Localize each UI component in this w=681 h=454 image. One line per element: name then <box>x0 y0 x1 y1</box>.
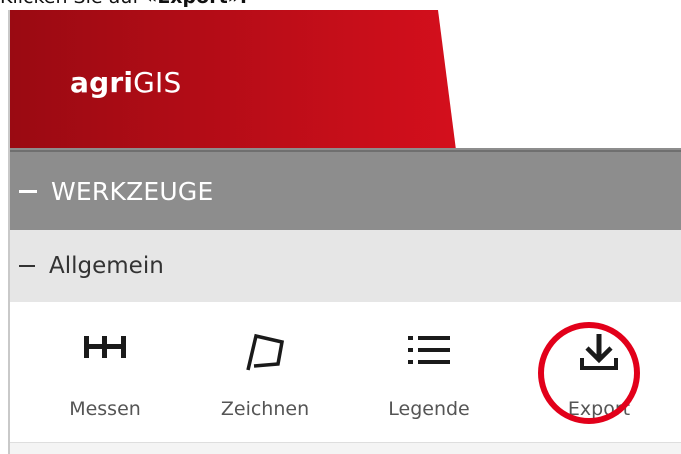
minus-icon <box>19 265 35 267</box>
tool-legend-button[interactable]: Legende <box>359 302 499 442</box>
draw-polygon-icon <box>246 333 285 371</box>
instruction-target: «Export». <box>145 0 247 8</box>
list-icon <box>408 336 450 364</box>
app-header: agriGIS <box>10 10 681 150</box>
tool-draw-label: Zeichnen <box>220 398 310 420</box>
agrigis-logo[interactable]: agriGIS <box>70 66 182 99</box>
logo-bold-part: agri <box>70 66 134 99</box>
allgemein-section-header[interactable]: Allgemein <box>10 230 681 302</box>
instruction-text: Klicken Sie auf «Export». <box>0 0 247 8</box>
tool-measure-button[interactable]: Messen <box>35 302 175 442</box>
tool-measure-label: Messen <box>69 398 141 420</box>
measure-icon <box>84 336 126 358</box>
tool-legend-label: Legende <box>388 398 470 420</box>
next-section-strip <box>10 443 681 454</box>
tool-draw-button[interactable]: Zeichnen <box>195 302 335 442</box>
minus-icon <box>19 189 37 193</box>
export-highlight-circle <box>538 322 640 424</box>
werkzeuge-label: WERKZEUGE <box>51 176 214 206</box>
allgemein-label: Allgemein <box>49 253 164 279</box>
instruction-prefix: Klicken Sie auf <box>0 0 145 8</box>
werkzeuge-section-header[interactable]: WERKZEUGE <box>10 150 681 230</box>
logo-regular-part: GIS <box>133 66 182 99</box>
